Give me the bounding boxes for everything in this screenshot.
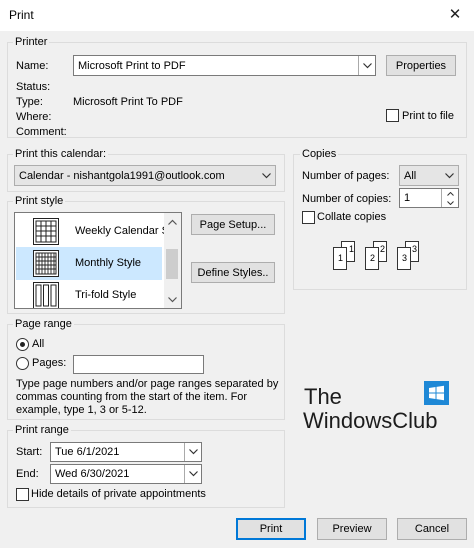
close-icon[interactable]: ✕ <box>440 3 470 27</box>
page-range-all-label: All <box>32 338 45 350</box>
window-title: Print <box>9 8 34 22</box>
style-item-label: Weekly Calendar S <box>75 225 169 237</box>
style-item-label: Monthly Style <box>75 257 142 269</box>
properties-button[interactable]: Properties <box>386 55 456 76</box>
page-range-pages-label: Pages: <box>32 357 67 369</box>
printer-name-value: Microsoft Print to PDF <box>78 59 186 72</box>
stepper-down-icon[interactable] <box>441 198 458 207</box>
style-item-label: Tri-fold Style <box>75 289 137 301</box>
title-bar <box>0 0 474 31</box>
end-date-value: Wed 6/30/2021 <box>55 468 130 480</box>
page-range-legend: Page range <box>13 318 74 330</box>
page-range-help-line2: commas counting from the start of the it… <box>16 391 248 403</box>
print-to-file-checkbox[interactable] <box>386 109 399 122</box>
printer-where-label: Where: <box>16 111 52 123</box>
style-item-trifold[interactable]: Tri-fold Style <box>16 279 162 308</box>
print-range-legend: Print range <box>13 424 71 436</box>
page-range-pages-radio[interactable] <box>16 357 29 370</box>
page-range-help-line1: Type page numbers and/or page ranges sep… <box>16 378 279 390</box>
monthly-calendar-icon <box>33 250 59 280</box>
page-range-help-line3: example, type 1, 3 or 5-12. <box>16 404 147 416</box>
collate-digit: 2 <box>380 244 386 254</box>
printer-name-dropdown[interactable]: Microsoft Print to PDF <box>73 55 376 76</box>
watermark-line2: WindowsClub <box>303 408 438 433</box>
collate-digit: 1 <box>349 244 355 254</box>
collate-pages-icon: 1 1 2 2 3 3 <box>333 241 429 271</box>
collate-digit: 3 <box>412 244 418 254</box>
printer-type-label: Type: <box>16 96 43 108</box>
start-date-picker[interactable]: Tue 6/1/2021 <box>50 442 202 462</box>
end-label: End: <box>16 468 39 480</box>
chevron-up-icon[interactable] <box>164 213 181 230</box>
page-setup-button[interactable]: Page Setup... <box>191 214 275 235</box>
collate-digit: 2 <box>370 253 376 263</box>
collate-digit: 3 <box>402 253 408 263</box>
calendar-dropdown[interactable]: Calendar - nishantgola1991@outlook.com <box>14 165 276 186</box>
watermark-line1: The <box>304 384 342 409</box>
num-pages-dropdown[interactable]: All <box>399 165 459 186</box>
chevron-down-icon <box>184 443 201 461</box>
style-item-monthly[interactable]: Monthly Style <box>16 247 162 280</box>
collate-checkbox[interactable] <box>302 211 315 224</box>
scroll-thumb[interactable] <box>166 249 178 279</box>
num-copies-stepper[interactable]: 1 <box>399 188 459 208</box>
chevron-down-icon <box>184 465 201 483</box>
chevron-down-icon <box>358 56 375 75</box>
start-label: Start: <box>16 446 43 458</box>
num-pages-value: All <box>404 169 417 182</box>
calendar-value: Calendar - nishantgola1991@outlook.com <box>19 169 225 182</box>
printer-type-value: Microsoft Print To PDF <box>73 96 183 108</box>
chevron-down-icon <box>258 166 275 185</box>
define-styles-button[interactable]: Define Styles.. <box>191 262 275 283</box>
hide-private-checkbox[interactable] <box>16 488 29 501</box>
printer-legend: Printer <box>13 36 50 48</box>
copies-legend: Copies <box>300 148 339 160</box>
printer-status-label: Status: <box>16 81 51 93</box>
cancel-button[interactable]: Cancel <box>397 518 467 540</box>
print-style-scrollbar[interactable] <box>164 213 181 308</box>
print-style-legend: Print style <box>13 195 66 207</box>
chevron-down-icon[interactable] <box>164 291 181 308</box>
num-copies-value: 1 <box>404 192 411 204</box>
collate-label: Collate copies <box>317 211 387 223</box>
page-range-all-radio[interactable] <box>16 338 29 351</box>
windows-logo-icon <box>424 381 449 408</box>
print-style-list[interactable]: Weekly Calendar S Monthly Style Tri-fold… <box>14 212 182 309</box>
collate-digit: 1 <box>338 253 344 263</box>
style-item-weekly[interactable]: Weekly Calendar S <box>16 215 169 248</box>
chevron-down-icon <box>441 166 458 185</box>
start-date-value: Tue 6/1/2021 <box>55 446 120 458</box>
num-copies-label: Number of copies: <box>302 193 392 205</box>
print-to-file-label: Print to file <box>402 110 454 122</box>
printer-name-label: Name: <box>16 60 49 72</box>
calendar-legend: Print this calendar: <box>13 148 109 160</box>
end-date-picker[interactable]: Wed 6/30/2021 <box>50 464 202 484</box>
print-button[interactable]: Print <box>236 518 306 540</box>
trifold-calendar-icon <box>33 282 59 308</box>
printer-comment-label: Comment: <box>16 126 67 138</box>
hide-private-label: Hide details of private appointments <box>31 488 206 500</box>
preview-button[interactable]: Preview <box>317 518 387 540</box>
pages-input[interactable] <box>73 355 204 374</box>
num-pages-label: Number of pages: <box>302 170 390 182</box>
weekly-calendar-icon <box>33 218 59 248</box>
stepper-up-icon[interactable] <box>441 189 458 198</box>
